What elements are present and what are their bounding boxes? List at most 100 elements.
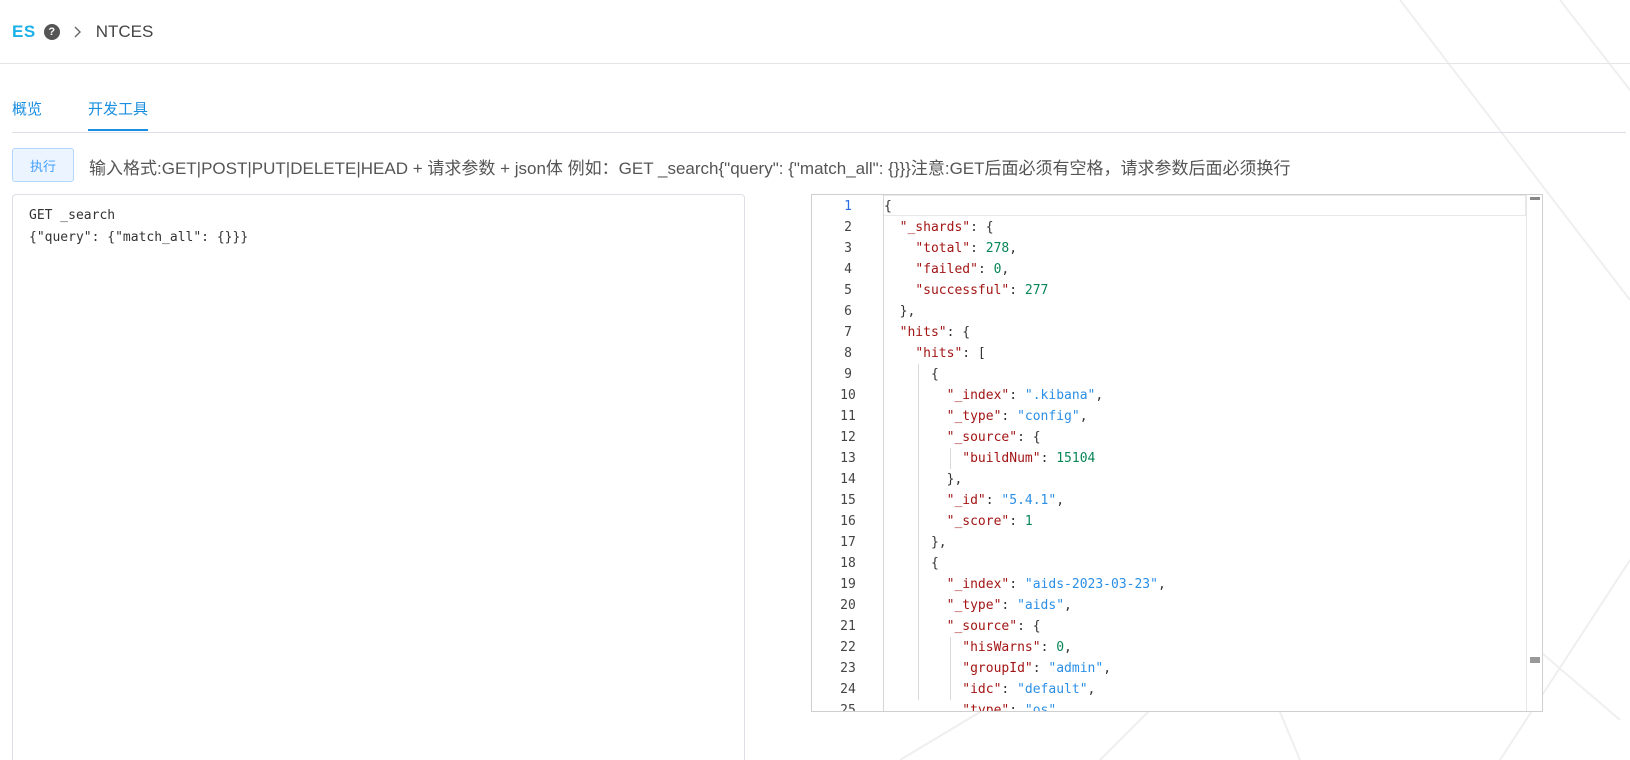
code-line: "_source": {	[884, 427, 1526, 448]
code-line: "_type": "config",	[884, 406, 1526, 427]
code-token: },	[884, 535, 947, 550]
code-token: {	[884, 556, 939, 571]
execute-button[interactable]: 执行	[12, 148, 74, 182]
code-line: "failed": 0,	[884, 259, 1526, 280]
code-token: "type"	[962, 703, 1010, 712]
code-token: :	[1040, 640, 1057, 655]
code-token: "groupId"	[962, 661, 1033, 676]
code-token: ,	[1009, 241, 1018, 256]
request-line: GET _search	[29, 208, 116, 223]
code-line: {	[884, 364, 1526, 385]
line-number: 4	[844, 262, 852, 277]
line-number: 19	[840, 577, 856, 592]
line-number: 15	[840, 493, 856, 508]
code-token: "_id"	[946, 493, 986, 508]
code-token: :	[985, 493, 1002, 508]
code-token: "hisWarns"	[962, 640, 1041, 655]
code-line: {	[884, 553, 1526, 574]
code-token: "hits"	[915, 346, 963, 361]
code-line: "_source": {	[884, 616, 1526, 637]
code-token: "_score"	[946, 514, 1010, 529]
code-line: "_index": "aids-2023-03-23",	[884, 574, 1526, 595]
line-number: 24	[840, 682, 856, 697]
tab-overview[interactable]: 概览	[12, 98, 42, 119]
code-token: :	[1009, 514, 1025, 529]
line-number: 22	[840, 640, 856, 655]
line-number: 21	[840, 619, 856, 634]
input-format-hint: 输入格式:GET|POST|PUT|DELETE|HEAD + 请求参数 + j…	[89, 159, 1291, 178]
response-code-area: { "_shards": { "total": 278, "failed": 0…	[884, 195, 1526, 711]
line-number-gutter: 1 2 3 4 5 6 7 8 9 10 11 12 13 14 15 16 17 18 19 20 21 22 23 24 2…	[812, 195, 884, 711]
code-token: "_type"	[946, 409, 1002, 424]
code-token: "total"	[915, 241, 971, 256]
code-line: "groupId": "admin",	[884, 658, 1526, 679]
chevron-right-icon	[74, 26, 82, 38]
code-line: },	[884, 532, 1526, 553]
code-token: ".kibana"	[1024, 388, 1096, 403]
code-token: :	[1001, 409, 1018, 424]
indent-guide	[918, 364, 919, 700]
code-token: "aids"	[1017, 598, 1065, 613]
scroll-position-marker	[1530, 657, 1540, 663]
scroll-top-marker	[1530, 197, 1540, 200]
code-token: ,	[1064, 598, 1072, 613]
response-scrollbar[interactable]	[1526, 195, 1542, 711]
brand-logo[interactable]: ES	[12, 22, 36, 42]
code-token: "admin"	[1048, 661, 1104, 676]
code-line: "_shards": {	[884, 217, 1526, 238]
request-line: {"query": {"match_all": {}}}	[29, 230, 249, 245]
code-token: {	[884, 199, 892, 214]
code-line: "hits": [	[884, 343, 1526, 364]
code-token: "_index"	[946, 388, 1010, 403]
code-token: :	[977, 262, 994, 277]
code-token: :	[1040, 451, 1057, 466]
code-token: 15104	[1056, 451, 1096, 466]
code-token: ,	[1157, 577, 1166, 592]
line-number: 25	[840, 703, 856, 712]
code-token: : [	[962, 346, 986, 361]
tab-bar: 概览 开发工具	[12, 98, 1626, 133]
code-token: "successful"	[915, 283, 1010, 298]
request-editor[interactable]: GET _search {"query": {"match_all": {}}}	[12, 194, 745, 760]
tab-dev-tools[interactable]: 开发工具	[88, 98, 149, 131]
code-token: ,	[1056, 703, 1065, 712]
line-number: 11	[840, 409, 856, 424]
code-line: "_id": "5.4.1",	[884, 490, 1526, 511]
line-number: 12	[840, 430, 856, 445]
code-token: },	[884, 472, 963, 487]
top-header: ES ? NTCES	[0, 0, 1630, 64]
code-token: : {	[946, 325, 971, 340]
response-viewer[interactable]: 1 2 3 4 5 6 7 8 9 10 11 12 13 14 15 16 17 18 19 20 21 22 23 24 2…	[811, 194, 1543, 712]
code-token: :	[1001, 682, 1018, 697]
code-token: ,	[1087, 682, 1096, 697]
code-token: "_type"	[946, 598, 1002, 613]
code-line: "_score": 1	[884, 511, 1526, 532]
code-token: : {	[1017, 430, 1041, 445]
line-number: 23	[840, 661, 856, 676]
breadcrumb[interactable]: NTCES	[96, 22, 154, 42]
code-token: "os"	[1024, 703, 1057, 712]
question-circle-icon[interactable]: ?	[43, 23, 60, 40]
code-token: {	[884, 367, 939, 382]
indent-guide	[950, 637, 951, 700]
line-number: 16	[840, 514, 856, 529]
code-token: "_source"	[946, 619, 1018, 634]
code-token: "aids-2023-03-23"	[1024, 577, 1158, 592]
code-line: "total": 278,	[884, 238, 1526, 259]
line-number: 5	[844, 283, 852, 298]
code-token: ,	[1095, 388, 1104, 403]
line-number: 1	[844, 199, 852, 214]
code-token: "_source"	[946, 430, 1018, 445]
line-number: 13	[840, 451, 856, 466]
code-token: ,	[1103, 661, 1112, 676]
